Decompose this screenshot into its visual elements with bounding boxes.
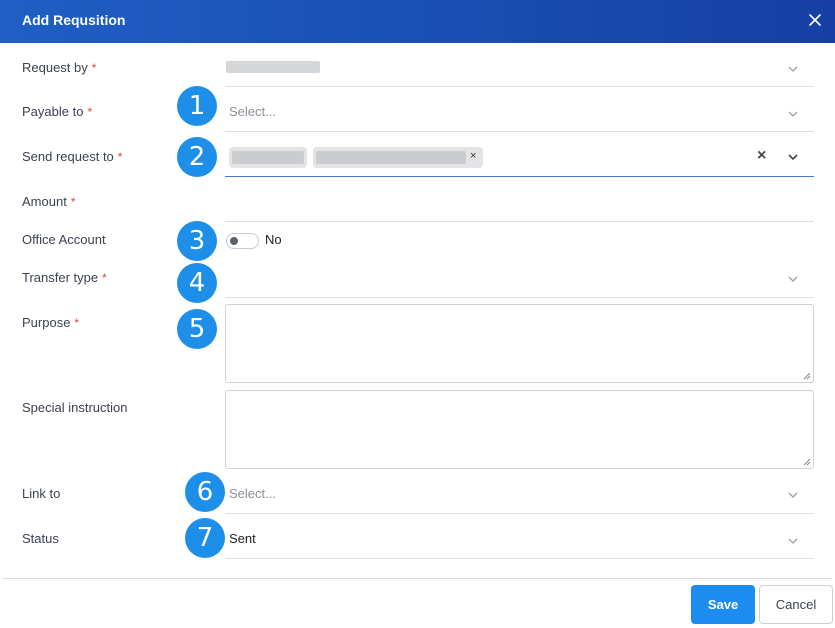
payable-to-label-text: Payable to <box>22 104 84 119</box>
recipient-chip-2-text-redacted <box>316 151 466 164</box>
cancel-button[interactable]: Cancel <box>759 585 833 624</box>
amount-label: Amount * <box>22 194 75 209</box>
callout-badge-5: 5 <box>177 309 217 349</box>
clear-icon[interactable]: × <box>757 147 766 165</box>
special-instruction-label: Special instruction <box>22 400 128 415</box>
amount-input[interactable] <box>225 221 814 222</box>
request-by-field[interactable] <box>225 86 814 87</box>
toggle-knob <box>230 237 238 245</box>
required-marker: * <box>74 316 80 330</box>
purpose-textarea[interactable] <box>225 304 814 383</box>
request-by-label-text: Request by <box>22 60 88 75</box>
transfer-type-label: Transfer type * <box>22 270 107 285</box>
transfer-type-label-text: Transfer type <box>22 270 99 285</box>
purpose-label-text: Purpose <box>22 315 71 330</box>
send-request-to-label: Send request to * <box>22 149 122 164</box>
callout-badge-3: 3 <box>177 221 217 261</box>
required-marker: * <box>117 150 123 164</box>
save-button[interactable]: Save <box>691 585 755 624</box>
chevron-down-icon[interactable] <box>787 63 799 75</box>
payable-to-label: Payable to * <box>22 104 92 119</box>
link-to-select[interactable]: Select... <box>229 486 276 501</box>
payable-to-select[interactable]: Select... <box>229 104 276 119</box>
callout-badge-6: 6 <box>185 472 225 512</box>
send-request-to-label-text: Send request to <box>22 149 114 164</box>
chip-remove-icon[interactable]: × <box>470 150 476 162</box>
status-label: Status <box>22 531 59 546</box>
office-account-toggle-value: No <box>265 232 282 247</box>
link-to-label: Link to <box>22 486 61 501</box>
send-request-to-field[interactable] <box>225 176 814 177</box>
recipient-chip-1-text-redacted <box>232 151 304 164</box>
amount-label-text: Amount <box>22 194 67 209</box>
modal-header: Add Requsition <box>0 0 835 43</box>
purpose-label: Purpose * <box>22 315 79 330</box>
transfer-type-select[interactable] <box>225 297 814 298</box>
callout-badge-4: 4 <box>177 263 217 303</box>
recipient-chip-2: × <box>313 147 483 168</box>
callout-badge-1: 1 <box>177 86 217 126</box>
chevron-down-icon[interactable] <box>787 151 799 163</box>
link-to-field[interactable] <box>225 513 814 514</box>
chevron-down-icon[interactable] <box>787 489 799 501</box>
special-instruction-textarea[interactable] <box>225 390 814 469</box>
required-marker: * <box>70 195 76 209</box>
resize-grip-icon[interactable] <box>803 458 811 466</box>
required-marker: * <box>102 271 107 285</box>
status-field[interactable] <box>225 558 814 559</box>
footer-divider <box>3 578 832 579</box>
office-account-toggle[interactable] <box>226 233 259 249</box>
modal-title: Add Requsition <box>22 12 126 28</box>
chevron-down-icon[interactable] <box>787 535 799 547</box>
resize-grip-icon[interactable] <box>803 372 811 380</box>
callout-badge-2: 2 <box>177 137 217 177</box>
office-account-label: Office Account <box>22 232 106 247</box>
chevron-down-icon[interactable] <box>787 108 799 120</box>
chevron-down-icon[interactable] <box>787 273 799 285</box>
request-by-value-redacted <box>226 61 320 73</box>
recipient-chip-1 <box>229 147 307 168</box>
callout-badge-7: 7 <box>185 518 225 558</box>
request-by-label: Request by * <box>22 60 96 75</box>
status-select[interactable]: Sent <box>229 531 256 546</box>
payable-to-field[interactable] <box>225 131 814 132</box>
required-marker: * <box>87 105 93 119</box>
required-marker: * <box>91 61 97 75</box>
close-icon[interactable] <box>805 10 825 30</box>
